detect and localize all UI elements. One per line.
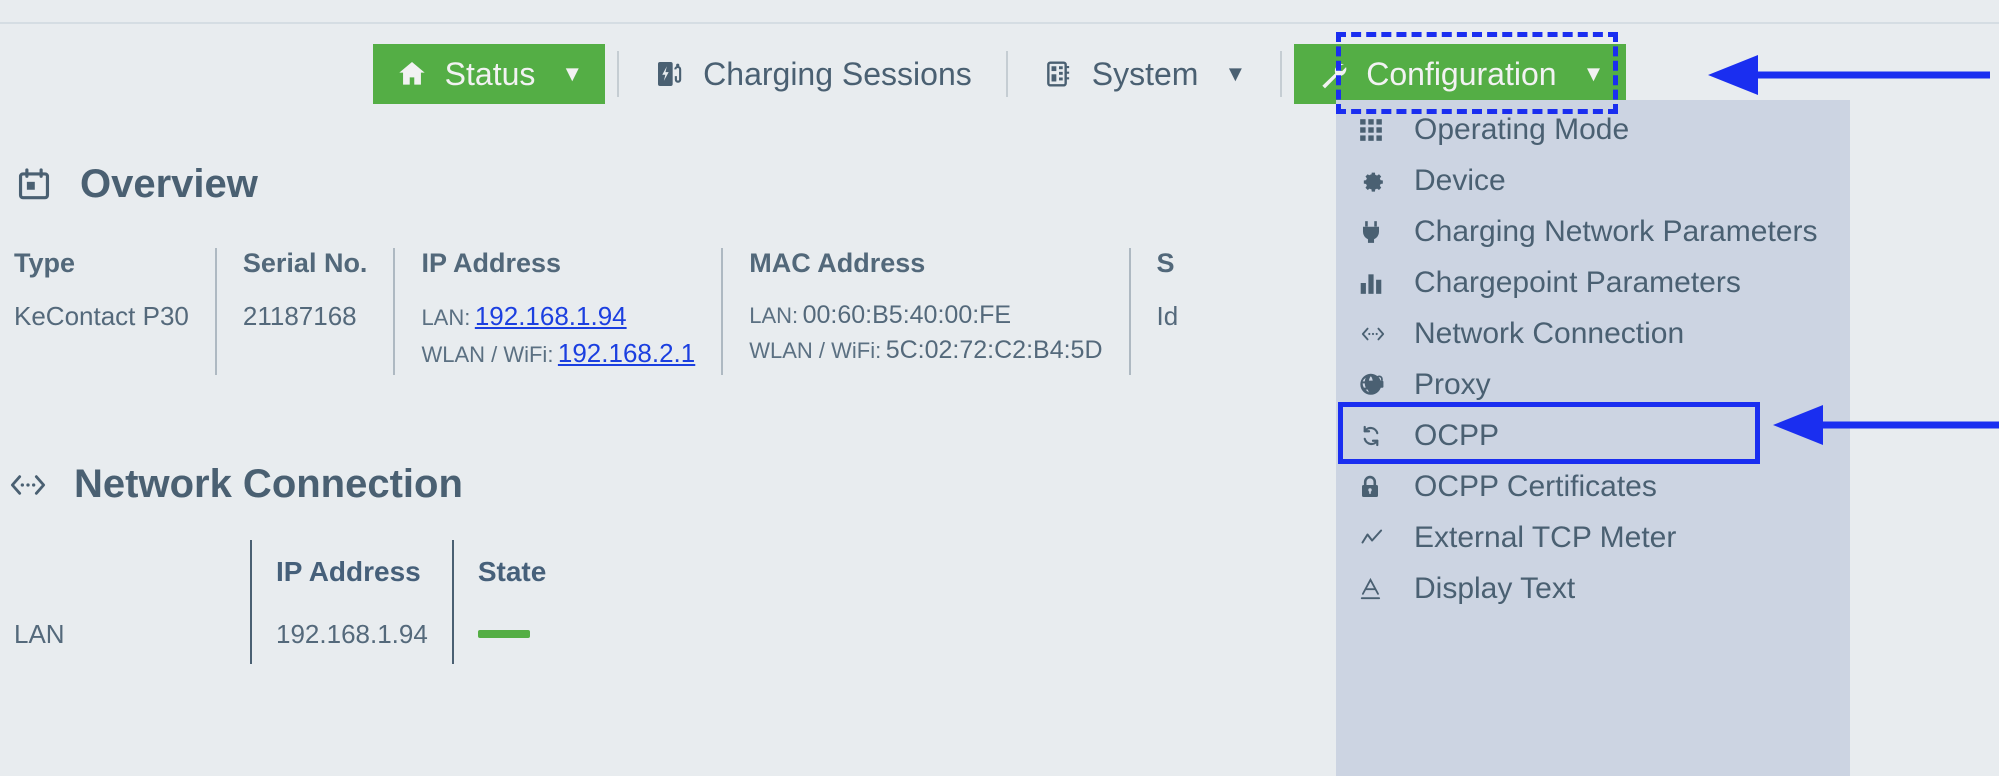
lock-icon <box>1358 470 1398 504</box>
gear-icon <box>1358 164 1398 198</box>
menu-item-network-connection[interactable]: Network Connection <box>1336 308 1850 359</box>
menu-item-device[interactable]: Device <box>1336 155 1850 206</box>
home-icon <box>395 57 429 91</box>
globe-lock-icon <box>1358 368 1398 402</box>
ip-lan-key: LAN: <box>421 305 471 330</box>
menu-item-chargepoint-parameters[interactable]: Chargepoint Parameters <box>1336 257 1850 308</box>
mac-lan-key: LAN: <box>749 303 799 328</box>
top-divider <box>0 22 1999 24</box>
nc-col-state: State <box>451 540 570 664</box>
column-header: State <box>477 556 547 587</box>
menu-item-ocpp-certificates[interactable]: OCPP Certificates <box>1336 461 1850 512</box>
nav-item-status[interactable]: Status ▼ <box>372 44 606 104</box>
nav-label-charging-sessions: Charging Sessions <box>703 55 972 92</box>
chip-icon <box>1042 57 1076 91</box>
nc-col-name: LAN <box>14 540 250 664</box>
menu-label: Device <box>1414 163 1506 197</box>
menu-item-display-text[interactable]: Display Text <box>1336 563 1850 614</box>
ip-wlan-key: WLAN / WiFi: <box>421 342 554 367</box>
nav-divider <box>1280 51 1283 97</box>
status-badge <box>477 630 530 638</box>
menu-label: Chargepoint Parameters <box>1414 265 1741 299</box>
chevron-down-icon: ▼ <box>561 61 584 86</box>
section-title: Network Connection <box>74 462 463 506</box>
bar-chart-icon <box>1358 266 1398 300</box>
nav-item-system[interactable]: System ▼ <box>1020 44 1268 104</box>
page-root: Status ▼ Charging Sessions System ▼ Conf… <box>0 0 1999 776</box>
column-header: S <box>1156 248 1175 278</box>
menu-label: Operating Mode <box>1414 112 1630 146</box>
column-header <box>14 540 226 604</box>
annotation-arrow-to-network-connection <box>1765 405 1999 450</box>
nav-label-status: Status <box>444 55 536 92</box>
charging-station-icon <box>653 57 687 91</box>
table-row: LAN <box>14 618 65 649</box>
menu-label: Proxy <box>1414 367 1491 401</box>
annotation-arrow-to-configuration <box>1700 55 1990 100</box>
column-value: KeContact P30 <box>14 301 189 331</box>
overview-col-ip-address: IP Address LAN: 192.168.1.94 WLAN / WiFi… <box>393 248 721 375</box>
column-value: Id <box>1156 301 1179 331</box>
mac-wlan-line: WLAN / WiFi: 5C:02:72:C2:B4:5D <box>749 336 1102 365</box>
mac-lan-value: 00:60:B5:40:00:FE <box>802 301 1012 329</box>
column-header: Serial No. <box>242 248 368 278</box>
network-connection-icon <box>8 465 48 505</box>
line-chart-icon <box>1358 521 1398 555</box>
ip-lan-line: LAN: 192.168.1.94 <box>421 301 695 332</box>
overview-section-header: Overview <box>14 162 258 207</box>
annotation-config-highlight <box>1336 32 1618 114</box>
mac-wlan-key: WLAN / WiFi: <box>749 338 882 363</box>
calendar-icon <box>14 165 54 205</box>
column-header: IP Address <box>421 248 561 278</box>
menu-label: Charging Network Parameters <box>1414 214 1818 248</box>
chevron-down-icon: ▼ <box>1224 61 1247 86</box>
nc-col-ip: IP Address 192.168.1.94 <box>250 540 452 664</box>
nav-divider <box>1005 51 1008 97</box>
table-row: 192.168.1.94 <box>276 618 428 649</box>
overview-col-serial: Serial No. 21187168 <box>214 248 394 375</box>
overview-table: Type KeContact P30 Serial No. 21187168 I… <box>14 248 1204 375</box>
column-header: IP Address <box>276 556 421 587</box>
menu-item-external-tcp-meter[interactable]: External TCP Meter <box>1336 512 1850 563</box>
nav-item-charging-sessions[interactable]: Charging Sessions <box>631 44 994 104</box>
table-row <box>477 604 546 664</box>
annotation-network-connection-highlight <box>1338 402 1760 464</box>
ip-wlan-line: WLAN / WiFi: 192.168.2.1 <box>421 338 695 369</box>
overview-col-mac-address: MAC Address LAN: 00:60:B5:40:00:FE WLAN … <box>721 248 1128 375</box>
network-connection-section-header: Network Connection <box>8 462 463 507</box>
ip-lan-link[interactable]: 192.168.1.94 <box>475 301 627 331</box>
overview-col-type: Type KeContact P30 <box>14 248 215 375</box>
mac-lan-line: LAN: 00:60:B5:40:00:FE <box>749 301 1102 330</box>
network-connection-icon <box>1358 317 1398 351</box>
ip-wlan-link[interactable]: 192.168.2.1 <box>558 338 695 368</box>
overview-col-truncated: S Id <box>1128 248 1205 375</box>
menu-label: Network Connection <box>1414 316 1685 350</box>
menu-label: External TCP Meter <box>1414 520 1677 554</box>
grid-icon <box>1358 113 1398 147</box>
nav-label-system: System <box>1091 55 1199 92</box>
text-underline-icon <box>1358 572 1398 606</box>
nav-divider <box>617 51 620 97</box>
plug-icon <box>1358 215 1398 249</box>
column-header: Type <box>14 248 76 278</box>
menu-label: OCPP Certificates <box>1414 469 1657 503</box>
page-title: Overview <box>80 162 258 206</box>
column-header: MAC Address <box>749 248 926 278</box>
mac-wlan-value: 5C:02:72:C2:B4:5D <box>885 336 1103 364</box>
menu-item-charging-network-parameters[interactable]: Charging Network Parameters <box>1336 206 1850 257</box>
menu-label: Display Text <box>1414 571 1576 605</box>
column-value: 21187168 <box>242 301 357 331</box>
network-connection-table: LAN IP Address 192.168.1.94 State <box>14 540 570 664</box>
